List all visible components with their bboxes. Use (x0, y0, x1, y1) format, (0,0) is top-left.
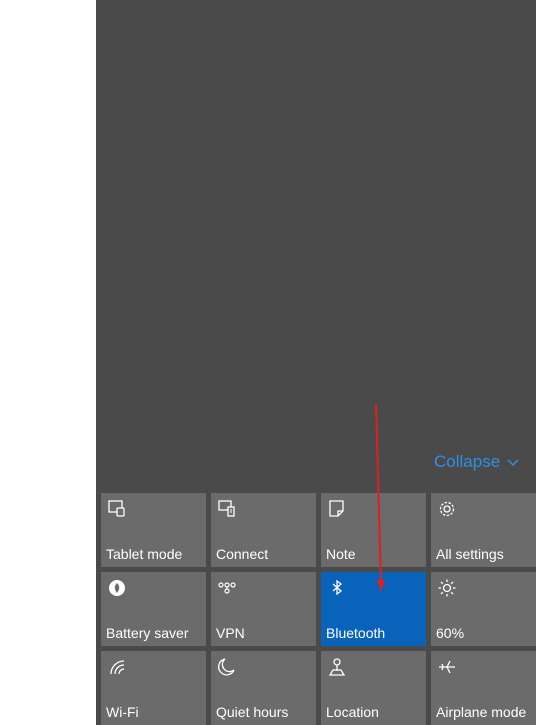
tile-label: Wi-Fi (106, 704, 139, 720)
tile-all-settings[interactable]: All settings (431, 493, 536, 567)
action-center-panel: Collapse Tablet mode Connect Note All se… (96, 0, 536, 725)
tile-label: 60% (436, 625, 465, 641)
tile-label: All settings (436, 546, 504, 562)
gear-icon (439, 501, 455, 517)
brightness-icon (438, 579, 456, 597)
tile-brightness[interactable]: 60% (431, 572, 536, 646)
tile-bluetooth[interactable]: Bluetooth (321, 572, 426, 646)
tile-label: Tablet mode (106, 546, 183, 562)
battery-saver-icon (109, 580, 125, 596)
note-icon (329, 500, 344, 517)
collapse-button[interactable]: Collapse (434, 451, 520, 473)
vpn-icon (218, 582, 236, 594)
chevron-down-icon (507, 459, 519, 467)
tile-label: VPN (216, 625, 245, 641)
tile-wifi[interactable]: Wi-Fi (101, 651, 206, 725)
tile-label: Quiet hours (216, 704, 289, 720)
connect-icon (218, 500, 235, 517)
screen: Collapse Tablet mode Connect Note All se… (0, 0, 536, 725)
collapse-label: Collapse (434, 452, 501, 471)
tile-label: Battery saver (106, 625, 189, 641)
tile-label: Airplane mode (436, 704, 527, 720)
tile-tablet-mode[interactable]: Tablet mode (101, 493, 206, 567)
tile-connect[interactable]: Connect (211, 493, 316, 567)
tile-quiet-hours[interactable]: Quiet hours (211, 651, 316, 725)
location-icon (328, 658, 346, 676)
moon-icon (218, 658, 235, 676)
tile-label: Location (326, 704, 379, 720)
bluetooth-icon (332, 579, 343, 596)
tile-label: Bluetooth (326, 625, 386, 641)
tile-label: Note (326, 546, 356, 562)
tile-airplane-mode[interactable]: Airplane mode (431, 651, 536, 725)
tile-location[interactable]: Location (321, 651, 426, 725)
tablet-mode-icon (108, 500, 125, 517)
tile-vpn[interactable]: VPN (211, 572, 316, 646)
airplane-icon (439, 660, 455, 674)
tile-label: Connect (216, 546, 269, 562)
tile-note[interactable]: Note (321, 493, 426, 567)
wifi-icon (110, 660, 125, 675)
tile-battery-saver[interactable]: Battery saver (101, 572, 206, 646)
